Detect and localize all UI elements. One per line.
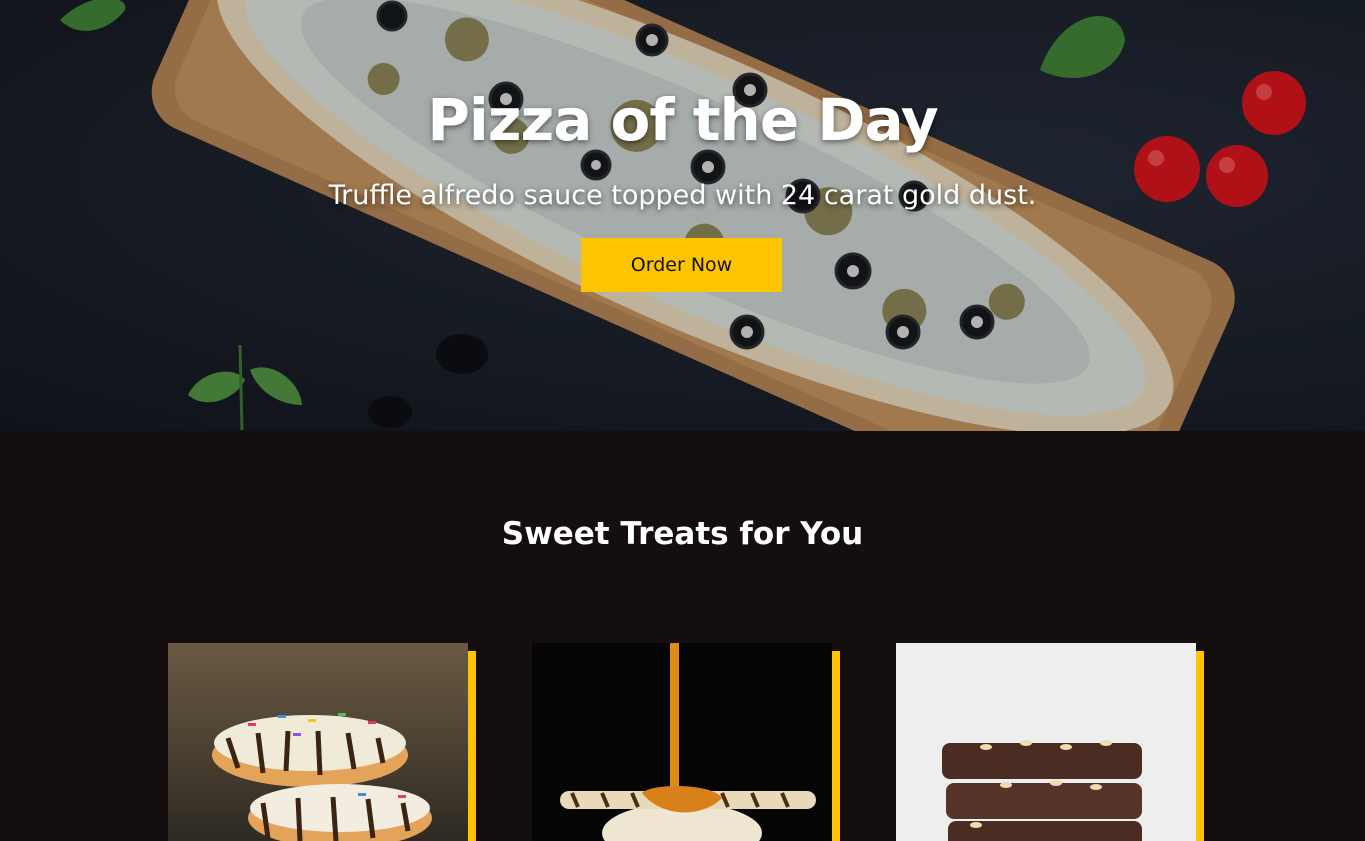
hero-title: Pizza of the Day [427, 86, 938, 154]
hero-subtitle: Truffle alfredo sauce topped with 24 car… [328, 180, 1037, 211]
treat-card-ice-cream[interactable] [532, 643, 840, 841]
order-now-button[interactable]: Order Now [581, 238, 782, 292]
section-title: Sweet Treats for You [501, 516, 864, 552]
hero-banner: Pizza of the Day Truffle alfredo sauce t… [0, 0, 1365, 431]
hero-overlay [0, 0, 1365, 431]
ice-cream-caramel-photo [532, 643, 832, 841]
treat-card-brownies[interactable] [896, 643, 1204, 841]
donuts-photo [168, 643, 468, 841]
treat-card-donuts[interactable] [168, 643, 476, 841]
brownies-photo [896, 643, 1196, 841]
